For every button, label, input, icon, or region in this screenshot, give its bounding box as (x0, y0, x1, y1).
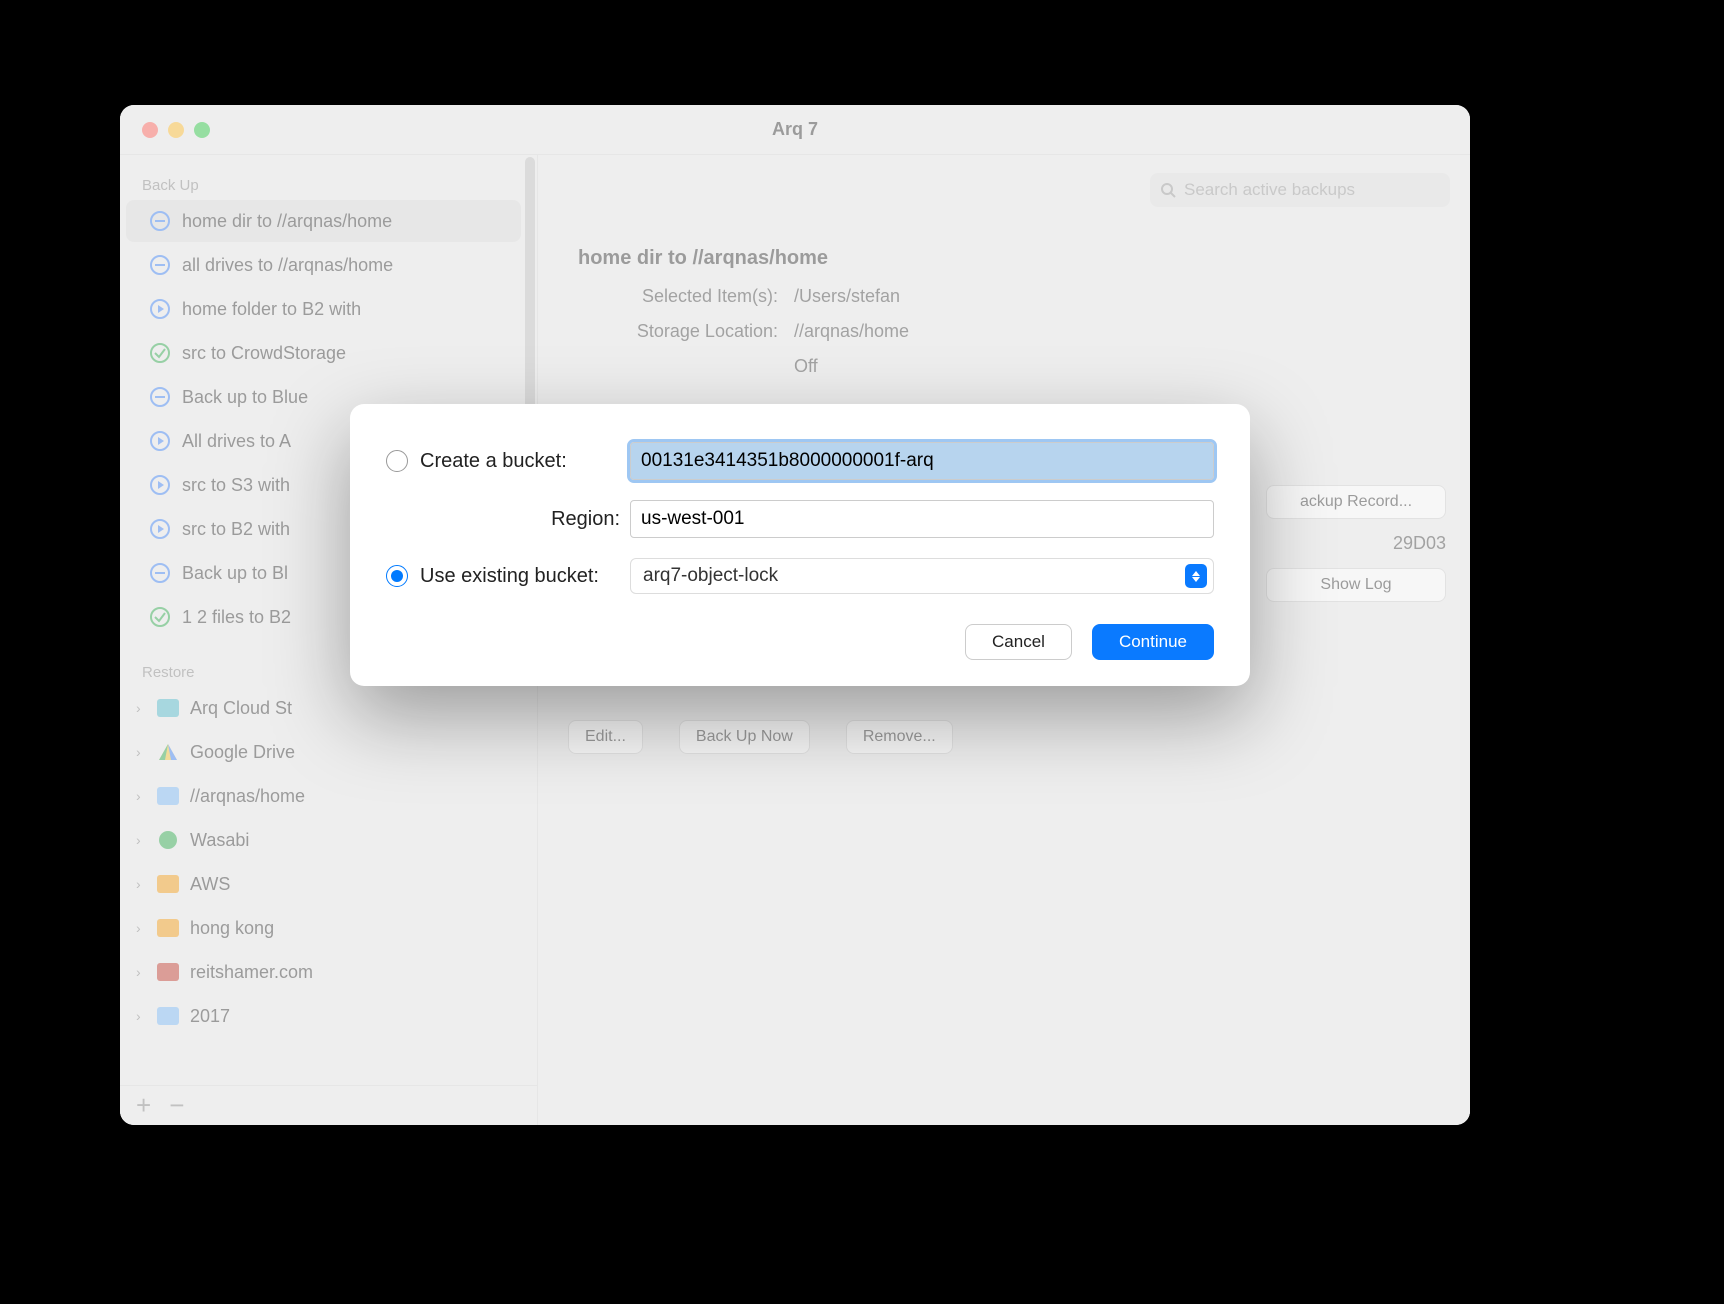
existing-bucket-label: Use existing bucket: (420, 565, 599, 588)
sidebar-item-label: src to S3 with (182, 475, 290, 496)
play-circle-icon (148, 429, 172, 453)
cancel-button[interactable]: Cancel (965, 624, 1072, 660)
sidebar-item-label: Back up to Blue (182, 387, 308, 408)
code-fragment: 29D03 (1266, 533, 1446, 554)
remove-button[interactable]: − (169, 1090, 184, 1121)
sidebar-item-label: Wasabi (190, 830, 249, 851)
create-bucket-label: Create a bucket: (420, 450, 567, 473)
minus-circle-icon (148, 561, 172, 585)
play-circle-icon (148, 297, 172, 321)
bucket-modal: Create a bucket: Region: Use existing bu… (350, 404, 1250, 686)
chevron-right-icon: › (136, 832, 154, 848)
sidebar-backup-item[interactable]: all drives to //arqnas/home (126, 244, 521, 286)
sidebar-item-label: src to B2 with (182, 519, 290, 540)
chevron-right-icon: › (136, 920, 154, 936)
check-circle-icon (148, 341, 172, 365)
sidebar-item-label: //arqnas/home (190, 786, 305, 807)
sidebar-restore-item[interactable]: › Arq Cloud St (126, 687, 521, 729)
sidebar-backup-item[interactable]: home folder to B2 with (126, 288, 521, 330)
chevron-right-icon: › (136, 1008, 154, 1024)
action-bar: Edit... Back Up Now Remove... (568, 720, 953, 754)
play-circle-icon (148, 517, 172, 541)
sidebar-item-label: all drives to //arqnas/home (182, 255, 393, 276)
titlebar: Arq 7 (120, 105, 1470, 155)
chevron-right-icon: › (136, 744, 154, 760)
bucket-name-input[interactable] (630, 442, 1214, 480)
storage-icon (156, 828, 180, 852)
sidebar-item-label: home dir to //arqnas/home (182, 211, 392, 232)
existing-bucket-select[interactable]: arq7-object-lock (630, 558, 1214, 594)
region-label: Region: (551, 508, 620, 531)
sidebar-item-label: Back up to Bl (182, 563, 288, 584)
show-log-button[interactable]: Show Log (1266, 568, 1446, 602)
detail-selected-value: /Users/stefan (794, 286, 900, 307)
search-icon (1160, 182, 1176, 198)
window-close-button[interactable] (142, 122, 158, 138)
sidebar-footer: + − (120, 1085, 537, 1125)
chevron-right-icon: › (136, 700, 154, 716)
folder-icon (156, 1004, 180, 1028)
sidebar-restore-item[interactable]: › 2017 (126, 995, 521, 1037)
chevron-right-icon: › (136, 788, 154, 804)
check-circle-icon (148, 605, 172, 629)
detail-encryption-partial: Off (794, 356, 818, 377)
sidebar-restore-item[interactable]: › reitshamer.com (126, 951, 521, 993)
sidebar-item-label: 1 2 files to B2 (182, 607, 291, 628)
detail-storage-value: //arqnas/home (794, 321, 909, 342)
updown-icon (1185, 564, 1207, 588)
right-column: ackup Record... 29D03 Show Log (1266, 485, 1446, 602)
detail-title: home dir to //arqnas/home (578, 247, 1450, 270)
chevron-right-icon: › (136, 876, 154, 892)
detail-selected-label: Selected Item(s): (578, 286, 778, 307)
create-bucket-radio[interactable] (386, 450, 408, 472)
storage-icon (156, 916, 180, 940)
sidebar-restore-item[interactable]: › hong kong (126, 907, 521, 949)
sidebar-backup-item[interactable]: src to CrowdStorage (126, 332, 521, 374)
edit-button[interactable]: Edit... (568, 720, 643, 754)
detail-storage-label: Storage Location: (578, 321, 778, 342)
play-circle-icon (148, 473, 172, 497)
sidebar-item-label: Arq Cloud St (190, 698, 292, 719)
region-input[interactable] (630, 500, 1214, 538)
existing-bucket-value: arq7-object-lock (643, 565, 778, 587)
minus-circle-icon (148, 209, 172, 233)
sidebar-section-backup: Back Up (120, 167, 527, 200)
existing-bucket-radio[interactable] (386, 565, 408, 587)
remove-backup-button[interactable]: Remove... (846, 720, 953, 754)
sidebar-restore-item[interactable]: › Google Drive (126, 731, 521, 773)
sidebar-item-label: AWS (190, 874, 230, 895)
sidebar-backup-item[interactable]: home dir to //arqnas/home (126, 200, 521, 242)
sidebar-item-label: 2017 (190, 1006, 230, 1027)
sidebar-item-label: reitshamer.com (190, 962, 313, 983)
backup-now-button[interactable]: Back Up Now (679, 720, 810, 754)
storage-icon (156, 960, 180, 984)
storage-icon (156, 740, 180, 764)
traffic-lights (120, 122, 210, 138)
search-placeholder: Search active backups (1184, 180, 1355, 200)
minus-circle-icon (148, 385, 172, 409)
detail-block: home dir to //arqnas/home Selected Item(… (558, 247, 1450, 377)
sidebar-item-label: All drives to A (182, 431, 291, 452)
chevron-right-icon: › (136, 964, 154, 980)
folder-icon (156, 784, 180, 808)
continue-button[interactable]: Continue (1092, 624, 1214, 660)
minus-circle-icon (148, 253, 172, 277)
sidebar-restore-item[interactable]: › //arqnas/home (126, 775, 521, 817)
window-maximize-button[interactable] (194, 122, 210, 138)
backup-record-button[interactable]: ackup Record... (1266, 485, 1446, 519)
sidebar-restore-item[interactable]: › Wasabi (126, 819, 521, 861)
storage-icon (156, 872, 180, 896)
storage-icon (156, 696, 180, 720)
search-input[interactable]: Search active backups (1150, 173, 1450, 207)
add-button[interactable]: + (136, 1090, 151, 1121)
window-minimize-button[interactable] (168, 122, 184, 138)
sidebar-item-label: Google Drive (190, 742, 295, 763)
sidebar-item-label: home folder to B2 with (182, 299, 361, 320)
sidebar-item-label: hong kong (190, 918, 274, 939)
window-title: Arq 7 (120, 119, 1470, 140)
sidebar-restore-item[interactable]: › AWS (126, 863, 521, 905)
sidebar-item-label: src to CrowdStorage (182, 343, 346, 364)
